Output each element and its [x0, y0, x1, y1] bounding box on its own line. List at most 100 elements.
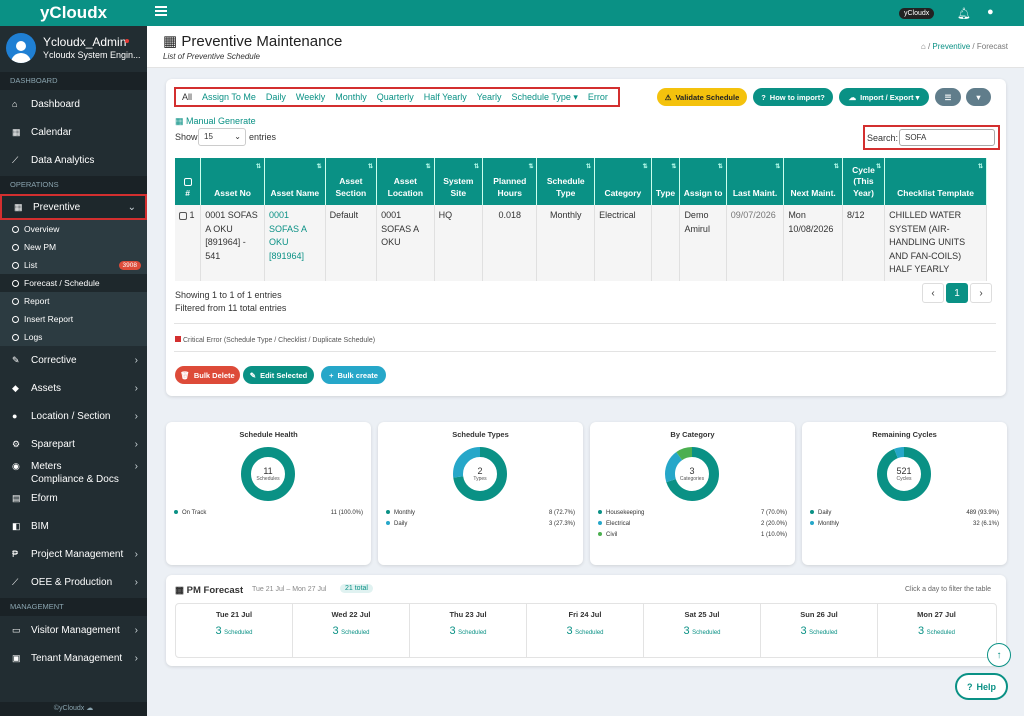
col-asset-no[interactable]: ⇅ Asset No: [200, 158, 265, 205]
section-operations: OPERATIONS: [0, 176, 147, 194]
sidebar-item-tenant[interactable]: ▣ Tenant Management ›: [0, 644, 147, 672]
tab-monthly[interactable]: Monthly: [335, 92, 367, 102]
sidebar-item-assets[interactable]: ◆ Assets ›: [0, 374, 147, 402]
bulk-create-button[interactable]: + Bulk create: [321, 366, 386, 384]
user-panel[interactable]: Ycloudx_Admin Ycloudx System Engin...: [0, 26, 147, 70]
col-category[interactable]: ⇅ Category: [594, 158, 652, 205]
cell-schedule-type: Monthly: [536, 205, 596, 281]
trash-icon: 🗑︎: [180, 370, 190, 380]
id-card-icon: ▭: [12, 624, 21, 635]
tab-all[interactable]: All: [182, 92, 192, 102]
forecast-day[interactable]: Tue 21 Jul 3 Scheduled: [176, 604, 293, 657]
row-checkbox[interactable]: [179, 211, 187, 220]
help-button[interactable]: ? Help: [955, 673, 1008, 700]
col-planned-hours[interactable]: ⇅ Planned Hours: [482, 158, 538, 205]
filter-button[interactable]: ▼: [966, 88, 991, 106]
row-index[interactable]: 1: [175, 205, 202, 281]
tab-schedule-type[interactable]: Schedule Type ▾: [511, 92, 577, 103]
avatar: [6, 33, 36, 63]
chart-icon: ⟋: [12, 154, 19, 165]
sidebar-sub-report[interactable]: Report: [0, 292, 147, 310]
col-index[interactable]: #: [175, 158, 202, 205]
sidebar-sub-list[interactable]: List 3908: [0, 256, 147, 274]
page-size-select[interactable]: 15 ⌄: [198, 128, 246, 146]
calendar-icon: ▦: [14, 201, 23, 212]
forecast-day[interactable]: Fri 24 Jul 3 Scheduled: [527, 604, 644, 657]
forecast-day[interactable]: Wed 22 Jul 3 Scheduled: [293, 604, 410, 657]
sidebar-sub-forecast[interactable]: Forecast / Schedule: [0, 274, 147, 292]
col-asset-location[interactable]: ⇅ Asset Location: [376, 158, 435, 205]
bulk-delete-button[interactable]: 🗑︎ Bulk Delete: [175, 366, 240, 384]
tenant-badge[interactable]: yCloudx: [899, 8, 935, 19]
sidebar-item-data-analytics[interactable]: ⟋ Data Analytics: [0, 146, 147, 174]
home-icon[interactable]: ⌂: [921, 42, 926, 51]
hamburger-menu-icon[interactable]: [155, 6, 167, 16]
col-assign-to[interactable]: ⇅ Assign to: [679, 158, 727, 205]
cell-last-maint: 09/07/2026: [726, 205, 785, 281]
tab-weekly[interactable]: Weekly: [296, 92, 325, 102]
tab-daily[interactable]: Daily: [266, 92, 286, 102]
forecast-day[interactable]: Mon 27 Jul 3 Scheduled: [878, 604, 995, 657]
tab-quarterly[interactable]: Quarterly: [377, 92, 414, 102]
sidebar-sub-new-pm[interactable]: New PM: [0, 238, 147, 256]
sidebar-item-preventive[interactable]: ▦ Preventive ⌄: [0, 194, 147, 220]
stat-title: Schedule Types: [452, 430, 509, 439]
sidebar-item-dashboard[interactable]: ⌂ Dashboard: [0, 90, 147, 118]
stat-center-value: 2: [477, 466, 483, 476]
search-input[interactable]: SOFA: [899, 129, 995, 146]
col-asset-name[interactable]: ⇅ Asset Name: [264, 158, 326, 205]
col-schedule-type[interactable]: ⇅ Schedule Type: [536, 158, 596, 205]
sidebar-sub-logs[interactable]: Logs: [0, 328, 147, 346]
warning-icon: ⚠: [664, 92, 672, 102]
prev-page-button[interactable]: ‹: [922, 283, 944, 303]
select-all-checkbox[interactable]: [183, 177, 192, 186]
table-row[interactable]: 1 0001 SOFAS A OKU [891964] - 541 0001 S…: [175, 205, 987, 281]
col-asset-section[interactable]: ⇅ Asset Section: [325, 158, 378, 205]
tab-error[interactable]: Error: [588, 92, 608, 102]
sidebar-item-meters[interactable]: ◉ Meters Compliance & Docs ›: [0, 458, 147, 485]
sidebar-sub-insert-report[interactable]: Insert Report: [0, 310, 147, 328]
cell-asset-name-link[interactable]: 0001 SOFAS A OKU [891964]: [264, 205, 326, 281]
tab-yearly[interactable]: Yearly: [477, 92, 502, 102]
forecast-day[interactable]: Sun 26 Jul 3 Scheduled: [761, 604, 878, 657]
sidebar-sub-overview[interactable]: Overview: [0, 220, 147, 238]
next-page-button[interactable]: ›: [970, 283, 992, 303]
sidebar-item-sparepart[interactable]: ⚙ Sparepart ›: [0, 430, 147, 458]
page-1-button[interactable]: 1: [946, 283, 968, 303]
page-header: ▦ Preventive Maintenance List of Prevent…: [147, 26, 1024, 68]
user-icon[interactable]: ●: [987, 6, 994, 18]
tab-assign-to-me[interactable]: Assign To Me: [202, 92, 256, 102]
column-visibility-button[interactable]: ☰: [935, 88, 961, 106]
cell-asset-no: 0001 SOFAS A OKU [891964] - 541: [200, 205, 265, 281]
bell-icon[interactable]: 🔔︎: [957, 7, 971, 20]
sidebar-item-calendar[interactable]: ▦ Calendar: [0, 118, 147, 146]
col-type[interactable]: ⇅ Type: [651, 158, 681, 205]
col-next-maint[interactable]: ⇅ Next Maint.: [783, 158, 843, 205]
col-checklist-template[interactable]: ⇅ Checklist Template: [884, 158, 987, 205]
forecast-day[interactable]: Sat 25 Jul 3 Scheduled: [644, 604, 761, 657]
forecast-day[interactable]: Thu 23 Jul 3 Scheduled: [410, 604, 527, 657]
chevron-right-icon: ›: [134, 576, 138, 588]
sidebar-item-bim[interactable]: ◧ BIM: [0, 512, 147, 540]
sidebar-item-project-management[interactable]: ₱ Project Management ›: [0, 540, 147, 568]
manual-generate-link[interactable]: ▦ Manual Generate: [175, 116, 256, 127]
edit-selected-button[interactable]: ✎ Edit Selected: [243, 366, 314, 384]
sidebar-item-location[interactable]: ● Location / Section ›: [0, 402, 147, 430]
page-subtitle: List of Preventive Schedule: [163, 52, 260, 61]
col-cycle[interactable]: ⇅ Cycle (This Year): [842, 158, 886, 205]
sidebar-item-corrective[interactable]: ✎ Corrective ›: [0, 346, 147, 374]
how-to-import-button[interactable]: ? How to import?: [753, 88, 833, 106]
sidebar-item-eform[interactable]: ▤ Eform: [0, 484, 147, 512]
col-system-site[interactable]: ⇅ System Site: [434, 158, 483, 205]
brand-logo[interactable]: yCloudx: [0, 0, 147, 26]
import-export-button[interactable]: ☁ Import / Export ▾: [839, 88, 929, 106]
top-navbar: yCloudx 🔔︎ ●: [147, 0, 1024, 26]
scroll-top-button[interactable]: ↑: [987, 643, 1011, 667]
filter-tabs: All Assign To Me Daily Weekly Monthly Qu…: [174, 87, 620, 107]
col-last-maint[interactable]: ⇅ Last Maint.: [726, 158, 785, 205]
tab-half-yearly[interactable]: Half Yearly: [424, 92, 467, 102]
cube-icon: ◧: [12, 520, 21, 531]
sidebar-item-oee[interactable]: ⟋ OEE & Production ›: [0, 568, 147, 596]
validate-schedule-button[interactable]: ⚠ Validate Schedule: [657, 88, 747, 106]
sidebar-item-visitor[interactable]: ▭ Visitor Management ›: [0, 616, 147, 644]
